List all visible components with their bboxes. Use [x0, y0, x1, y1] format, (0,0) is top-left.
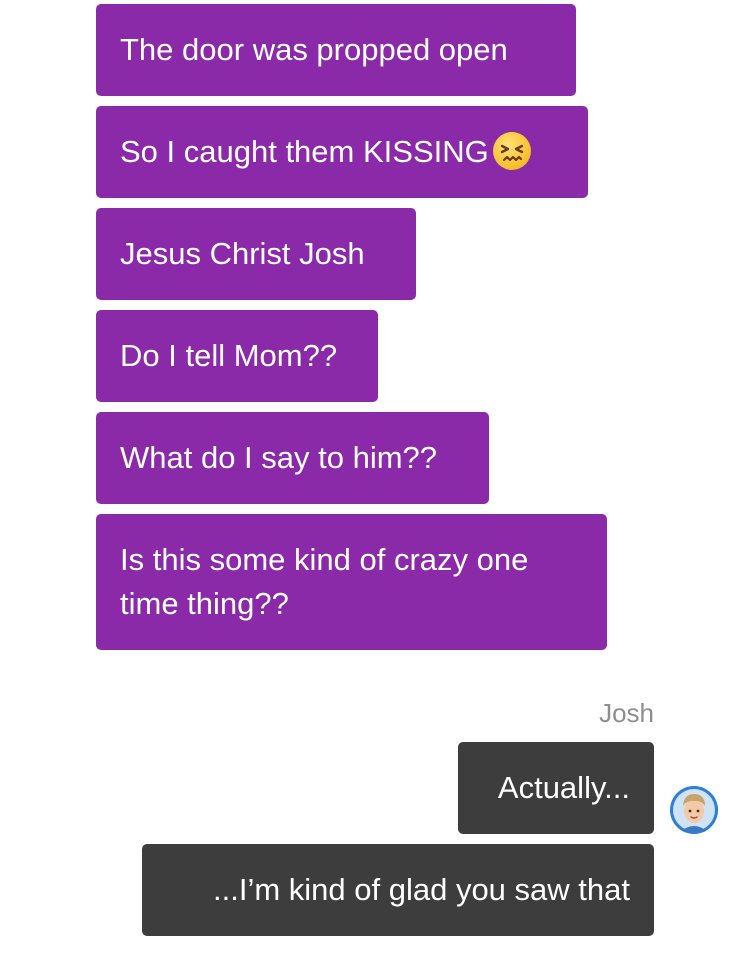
avatar-face-icon: [670, 786, 718, 834]
message-text: What do I say to him??: [120, 440, 438, 475]
avatar[interactable]: [670, 786, 718, 834]
message-text: So I caught them KISSING: [120, 134, 489, 169]
sender-name: Josh: [599, 698, 654, 728]
message-bubble-incoming[interactable]: Jesus Christ Josh: [96, 208, 416, 300]
message-bubble-outgoing[interactable]: Actually...: [458, 742, 654, 834]
message-text: Do I tell Mom??: [120, 338, 338, 373]
message-text: Is this some kind of crazy one time thin…: [120, 542, 529, 621]
message-text: Jesus Christ Josh: [120, 236, 365, 271]
message-text: ...I’m kind of glad you saw that: [213, 872, 630, 907]
message-bubble-incoming[interactable]: The door was propped open: [96, 4, 576, 96]
confounded-face-icon: [492, 132, 531, 170]
message-bubble-incoming[interactable]: Is this some kind of crazy one time thin…: [96, 514, 607, 650]
message-bubble-incoming[interactable]: Do I tell Mom??: [96, 310, 378, 402]
message-bubble-incoming[interactable]: So I caught them KISSING: [96, 106, 588, 198]
message-text: Actually...: [497, 770, 630, 805]
message-bubble-incoming[interactable]: What do I say to him??: [96, 412, 489, 504]
message-bubble-outgoing[interactable]: ...I’m kind of glad you saw that: [142, 844, 654, 936]
message-text: The door was propped open: [120, 32, 508, 67]
